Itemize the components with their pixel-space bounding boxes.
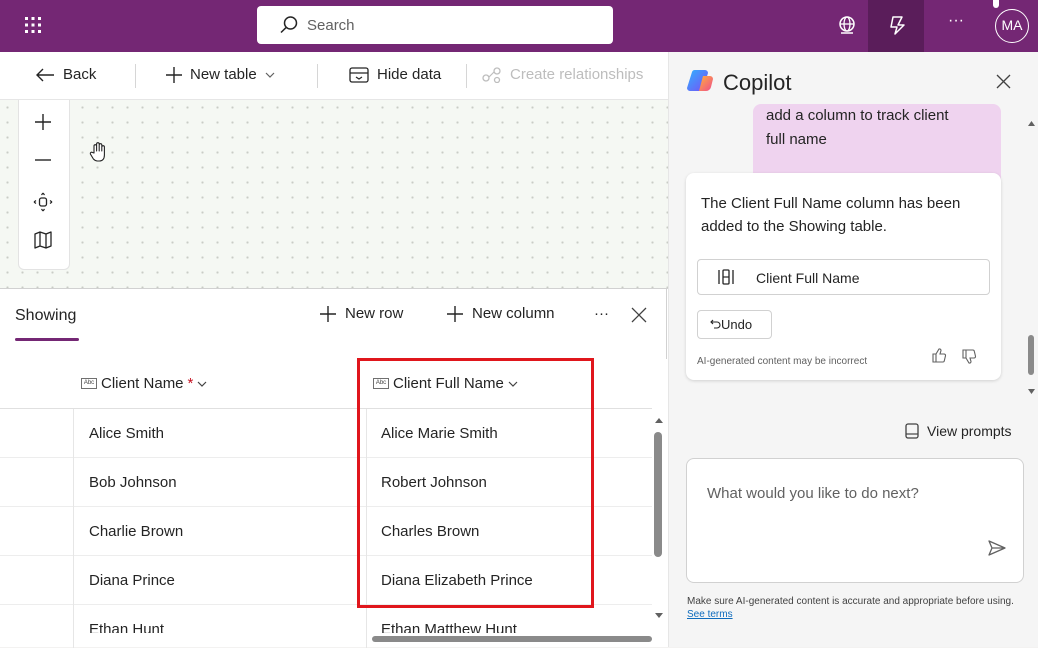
user-message-line: full name xyxy=(766,131,827,148)
table-row[interactable]: Ethan Hunt Ethan Matthew Hunt xyxy=(0,605,652,633)
view-prompts-button[interactable]: View prompts xyxy=(905,423,1012,439)
cell-client-name[interactable]: Diana Prince xyxy=(89,572,175,589)
chevron-down-icon xyxy=(265,72,275,78)
thumbs-down-icon[interactable] xyxy=(961,349,977,365)
divider xyxy=(466,64,467,88)
cell-client-name[interactable]: Bob Johnson xyxy=(89,474,177,491)
hide-data-button[interactable]: Hide data xyxy=(349,66,441,83)
create-relationships-label: Create relationships xyxy=(510,66,644,83)
prompts-icon xyxy=(905,423,919,439)
copilot-title: Copilot xyxy=(723,70,792,95)
copilot-icon xyxy=(890,16,905,35)
search-box[interactable]: Search xyxy=(257,6,613,44)
view-prompts-label: View prompts xyxy=(927,423,1012,439)
column-chip-label: Client Full Name xyxy=(756,270,860,286)
search-placeholder: Search xyxy=(307,17,355,34)
new-table-button[interactable]: New table xyxy=(166,66,275,83)
undo-icon xyxy=(710,319,721,329)
environment-globe-icon[interactable] xyxy=(836,14,858,36)
new-row-label: New row xyxy=(345,305,404,322)
response-line: added to the Showing table. xyxy=(701,218,887,235)
terms-text: Make sure AI-generated content is accura… xyxy=(687,596,1014,607)
command-bar: Back New table Hide data Create relation… xyxy=(0,52,668,100)
cell-client-name[interactable]: Alice Smith xyxy=(89,425,164,442)
scroll-down-icon[interactable] xyxy=(654,612,664,620)
column-header-client-name[interactable]: Abc Client Name * xyxy=(81,375,207,392)
create-relationships-button[interactable]: Create relationships xyxy=(482,66,643,83)
plus-icon xyxy=(166,66,182,83)
relationship-icon xyxy=(482,66,501,83)
send-icon[interactable] xyxy=(987,539,1007,557)
copilot-pane: Copilot add a column to track client ful… xyxy=(668,52,1038,647)
top-bar: Search ··· MA xyxy=(0,0,1038,52)
terms-note: Make sure AI-generated content is accura… xyxy=(687,595,1017,621)
close-icon[interactable] xyxy=(631,307,647,323)
avatar[interactable]: MA xyxy=(995,9,1029,43)
column-icon xyxy=(718,269,734,285)
thumbs-up-icon[interactable] xyxy=(931,347,947,363)
app-launcher-icon[interactable] xyxy=(22,14,44,36)
hand-cursor-icon xyxy=(89,142,105,162)
undo-button[interactable]: Undo xyxy=(697,310,772,339)
chevron-down-icon xyxy=(197,381,207,387)
hide-data-icon xyxy=(349,66,369,83)
column-chip[interactable]: Client Full Name xyxy=(697,259,990,295)
panel-header: Showing New row New column ··· xyxy=(0,289,668,343)
undo-label: Undo xyxy=(721,317,753,332)
divider xyxy=(317,64,318,88)
zoom-in-icon[interactable] xyxy=(33,112,53,137)
chat-scroll-up-icon[interactable] xyxy=(1027,120,1036,127)
plus-icon xyxy=(320,305,336,322)
horizontal-scrollbar[interactable] xyxy=(372,636,652,642)
zoom-out-icon[interactable] xyxy=(33,150,53,175)
cell-client-name[interactable]: Ethan Hunt xyxy=(89,621,164,633)
diagram-canvas[interactable] xyxy=(0,100,668,288)
divider xyxy=(135,64,136,88)
zoom-toolbar xyxy=(18,100,70,270)
text-type-icon: Abc xyxy=(81,378,97,389)
column-divider xyxy=(73,409,74,648)
copilot-response-card: The Client Full Name column has been add… xyxy=(686,173,1001,380)
scroll-up-icon[interactable] xyxy=(654,416,664,424)
copilot-logo-icon xyxy=(687,69,713,92)
new-row-button[interactable]: New row xyxy=(320,305,403,322)
more-options-button[interactable]: ··· xyxy=(948,12,964,30)
chat-history: add a column to track client full name T… xyxy=(669,100,1038,392)
fit-view-icon[interactable] xyxy=(33,192,53,217)
vertical-scrollbar[interactable] xyxy=(654,432,662,557)
search-icon xyxy=(280,16,298,34)
back-arrow-icon xyxy=(36,68,54,81)
chat-scroll-down-icon[interactable] xyxy=(1027,388,1036,395)
back-button[interactable]: Back xyxy=(35,66,96,83)
see-terms-link[interactable]: See terms xyxy=(687,609,733,620)
input-placeholder: What would you like to do next? xyxy=(707,485,919,502)
highlight-box xyxy=(357,358,594,608)
ai-disclaimer: AI-generated content may be incorrect xyxy=(697,356,868,367)
tab-showing[interactable]: Showing xyxy=(15,307,76,325)
user-message-line: add a column to track client xyxy=(766,107,949,124)
panel-more-button[interactable]: ··· xyxy=(594,305,609,322)
plus-icon xyxy=(447,305,463,322)
close-icon[interactable] xyxy=(996,74,1011,89)
response-line: The Client Full Name column has been xyxy=(701,195,961,212)
chat-scrollbar[interactable] xyxy=(1028,335,1034,375)
tab-indicator xyxy=(15,338,79,341)
copilot-input[interactable]: What would you like to do next? xyxy=(686,458,1024,583)
avatar-status xyxy=(993,0,999,8)
panel-divider xyxy=(666,289,667,359)
copilot-toggle[interactable] xyxy=(868,0,924,52)
new-table-label: New table xyxy=(190,66,257,83)
cell-client-full-name[interactable]: Ethan Matthew Hunt xyxy=(381,621,517,633)
back-label: Back xyxy=(63,66,97,83)
new-column-button[interactable]: New column xyxy=(447,305,555,322)
cell-client-name[interactable]: Charlie Brown xyxy=(89,523,183,540)
minimap-icon[interactable] xyxy=(33,230,53,255)
required-marker: * xyxy=(187,375,194,392)
column-label: Client Name xyxy=(101,375,184,392)
hide-data-label: Hide data xyxy=(377,66,442,83)
new-column-label: New column xyxy=(472,305,555,322)
